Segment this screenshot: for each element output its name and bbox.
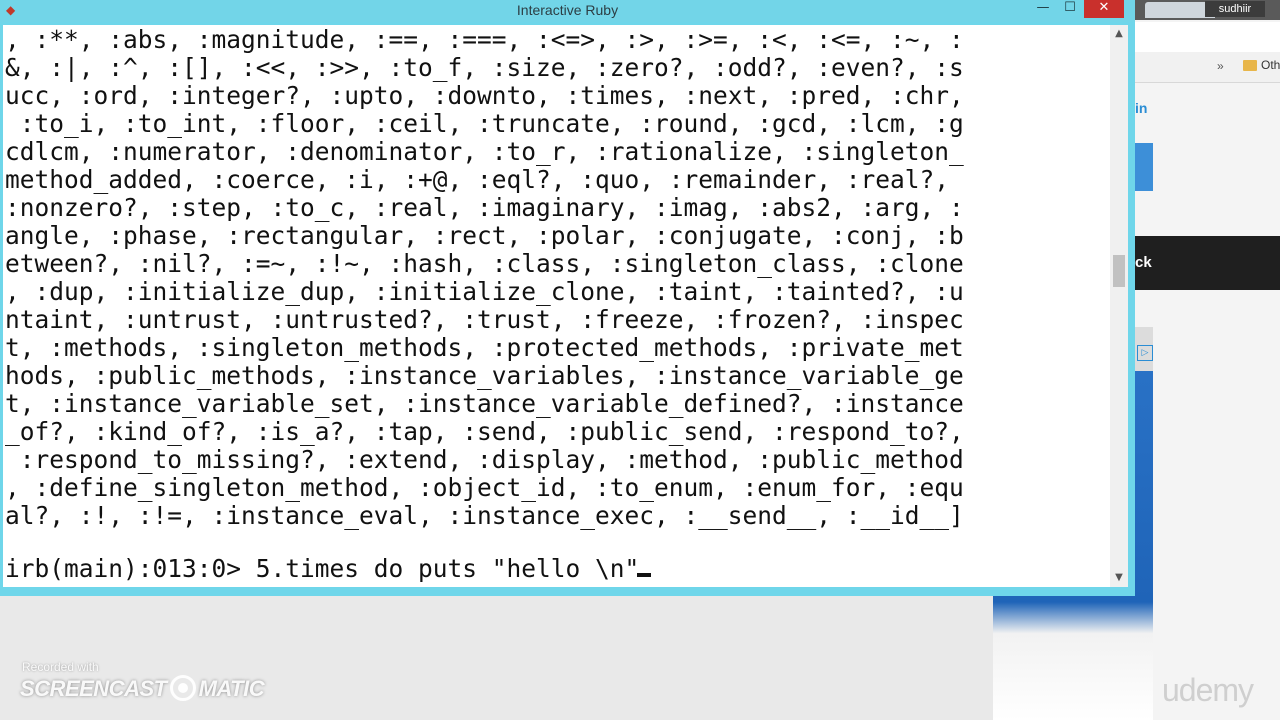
screencast-record-icon	[169, 675, 196, 702]
page-link[interactable]: in	[1135, 100, 1147, 116]
bookmarks-bar: » Oth	[1125, 52, 1280, 83]
browser-address-bar[interactable]	[1125, 22, 1280, 53]
console-input-line[interactable]: irb(main):013:0> 5.times do puts "hello …	[5, 554, 652, 583]
console-prompt-text: irb(main):013:0> 5.times do puts "hello …	[5, 554, 640, 583]
window-title: Interactive Ruby	[516, 2, 619, 18]
udemy-watermark: udemy	[1162, 672, 1254, 708]
title-bar[interactable]: ◆ Interactive Ruby — ☐ ✕	[0, 0, 1135, 22]
minimize-button[interactable]: —	[1030, 0, 1056, 18]
scroll-down-arrow-icon[interactable]: ▼	[1110, 569, 1128, 587]
page-dark-banner: ck	[1125, 236, 1280, 290]
screencast-o-matic-logo: SCREENCAST MATIC	[20, 675, 265, 703]
irb-window: ◆ Interactive Ruby — ☐ ✕ , :**, :abs, :m…	[0, 0, 1135, 596]
vertical-scrollbar[interactable]: ▲ ▼	[1110, 25, 1128, 587]
page-blue-button[interactable]	[1135, 143, 1153, 191]
text-cursor	[637, 573, 652, 577]
maximize-button[interactable]: ☐	[1057, 0, 1083, 18]
screencast-logo-right: MATIC	[198, 676, 265, 701]
browser-tab-strip: sudhiir	[1125, 0, 1280, 20]
close-button[interactable]: ✕	[1084, 0, 1124, 18]
ad-choices-icon[interactable]: ▷	[1137, 345, 1153, 361]
bookmarks-overflow-icon[interactable]: »	[1217, 59, 1224, 73]
console-area[interactable]: , :**, :abs, :magnitude, :==, :===, :<=>…	[3, 25, 1110, 587]
bookmarks-other-folder[interactable]: Oth	[1261, 58, 1280, 72]
console-output: , :**, :abs, :magnitude, :==, :===, :<=>…	[5, 25, 964, 530]
screencast-logo-left: SCREENCAST	[20, 676, 167, 701]
recorded-with-label: Recorded with	[22, 660, 99, 674]
folder-icon	[1243, 60, 1257, 71]
background-browser-window: sudhiir » Oth in ck ▷	[993, 0, 1280, 720]
scroll-up-arrow-icon[interactable]: ▲	[1110, 25, 1128, 43]
scrollbar-thumb[interactable]	[1113, 255, 1125, 287]
browser-profile-button[interactable]: sudhiir	[1205, 1, 1265, 17]
